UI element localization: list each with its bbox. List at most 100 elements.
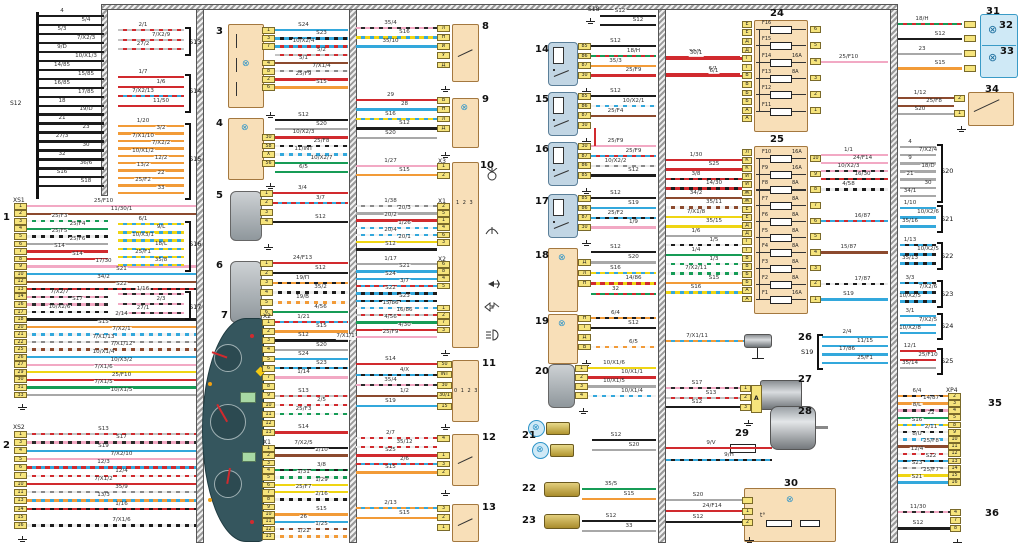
wire-label: 14/86 xyxy=(624,275,643,282)
connector-name: X1 xyxy=(438,198,446,205)
wire-label: S13 xyxy=(704,389,718,397)
wire xyxy=(275,520,348,523)
component-number: 12 xyxy=(482,432,496,443)
component-number: 21 xyxy=(522,430,536,441)
pin: 85 xyxy=(578,42,591,50)
pin: 9 xyxy=(262,503,275,511)
pin: 33 xyxy=(14,391,27,399)
column-switch-10-body xyxy=(452,162,479,348)
wire xyxy=(666,253,742,256)
pin: 14 xyxy=(948,464,961,472)
wire-label: 19/D xyxy=(78,106,94,114)
wire xyxy=(356,363,437,366)
fusebox-bus xyxy=(759,158,761,300)
pin: 11 xyxy=(262,410,275,418)
lamp-socket-pin xyxy=(964,21,976,28)
wire-label: 2/1 xyxy=(137,22,149,29)
wire-label: S22 xyxy=(115,281,128,288)
wire-label: 7/X2/3 xyxy=(75,34,97,42)
wire-label: 7/X2/13 xyxy=(131,88,155,95)
wire xyxy=(118,125,184,128)
wire-label: 9/D xyxy=(56,43,68,51)
ground-icon xyxy=(18,404,27,411)
pin: Л xyxy=(437,115,450,123)
wire xyxy=(275,447,348,450)
pin: 10 xyxy=(810,154,821,162)
wire-label: S12 xyxy=(613,8,627,15)
pin: 30 xyxy=(262,134,275,141)
wire-label: S13 xyxy=(297,387,310,395)
wire xyxy=(275,394,348,397)
wire xyxy=(27,482,196,486)
wire xyxy=(356,117,437,121)
pin: 5 xyxy=(14,455,27,463)
pin: Е xyxy=(742,29,752,37)
wire-label: 11/50 xyxy=(151,97,171,105)
pin: 86 xyxy=(578,52,591,60)
pin: В xyxy=(578,343,591,351)
wire xyxy=(118,191,184,194)
wire xyxy=(275,170,348,173)
wire xyxy=(27,433,196,436)
wire-label: 2/7 xyxy=(384,430,397,437)
pin: Г xyxy=(742,238,752,246)
component-number: 17 xyxy=(535,196,549,207)
wire-label: 10/X2/6 xyxy=(916,209,940,216)
splice-name: S15 xyxy=(189,155,202,163)
wire-label: S15 xyxy=(707,274,721,282)
motor-26-body xyxy=(744,334,772,348)
pin: В xyxy=(742,72,752,80)
ground-icon xyxy=(579,408,588,415)
pin: 2 xyxy=(742,518,753,526)
wire-label: 6/5 xyxy=(297,163,310,171)
component-number: 25 xyxy=(770,134,784,145)
wire xyxy=(27,393,196,397)
pin: Б xyxy=(742,271,752,278)
wire-label: S15 xyxy=(315,79,328,86)
wire-label: 6/1 xyxy=(708,67,720,75)
pin: 2 xyxy=(437,514,450,522)
wire-label: 7/X2/1 xyxy=(111,326,132,333)
pin: 16 xyxy=(14,300,27,308)
pin: 8 xyxy=(437,268,450,275)
pin: 5 xyxy=(810,233,821,241)
fuse-amp: 8A xyxy=(792,68,799,75)
wire xyxy=(356,405,437,408)
wire xyxy=(821,282,888,285)
wire xyxy=(591,292,656,295)
pin: 30 xyxy=(578,122,591,129)
wire-label: S20 xyxy=(315,341,328,349)
fuse-name: F6 xyxy=(762,211,769,218)
pin: 3 xyxy=(437,238,450,246)
wire-label: 25/F2 xyxy=(134,177,152,184)
pin: 4 xyxy=(950,508,961,516)
wire xyxy=(356,471,437,474)
fuse-name: F16 xyxy=(762,20,772,26)
wire xyxy=(118,302,184,305)
wire xyxy=(118,169,184,172)
wire xyxy=(591,74,656,77)
pin: 8 xyxy=(810,186,821,193)
pin: 7 xyxy=(14,472,27,480)
wire xyxy=(666,272,742,275)
fuse-amp: 8A xyxy=(792,274,799,281)
component-number: 1 xyxy=(3,212,10,223)
fuse-F16 xyxy=(770,26,792,34)
wire xyxy=(275,367,348,370)
wire-label: 7/X1/11 xyxy=(685,333,709,340)
pin: 3 xyxy=(260,208,273,216)
wire-label: 22 xyxy=(926,409,936,417)
splice-name: S19 xyxy=(801,348,814,356)
pin: 2 xyxy=(437,171,450,179)
wire-label: S15 xyxy=(384,464,397,471)
position-marks: 0 1 2 3 xyxy=(454,388,479,394)
wire-label: 25/F8 xyxy=(312,137,331,145)
pin: 6 xyxy=(437,231,450,239)
wire-label: 7/X2/9 xyxy=(150,31,172,39)
relay-contact-dot xyxy=(553,221,555,223)
lamp-icon: ⊗ xyxy=(241,123,249,133)
wire-label: 2/16 xyxy=(314,491,329,499)
wire xyxy=(666,215,742,219)
wire-label: S16 xyxy=(398,29,411,36)
wire-label: 22 xyxy=(156,169,166,177)
